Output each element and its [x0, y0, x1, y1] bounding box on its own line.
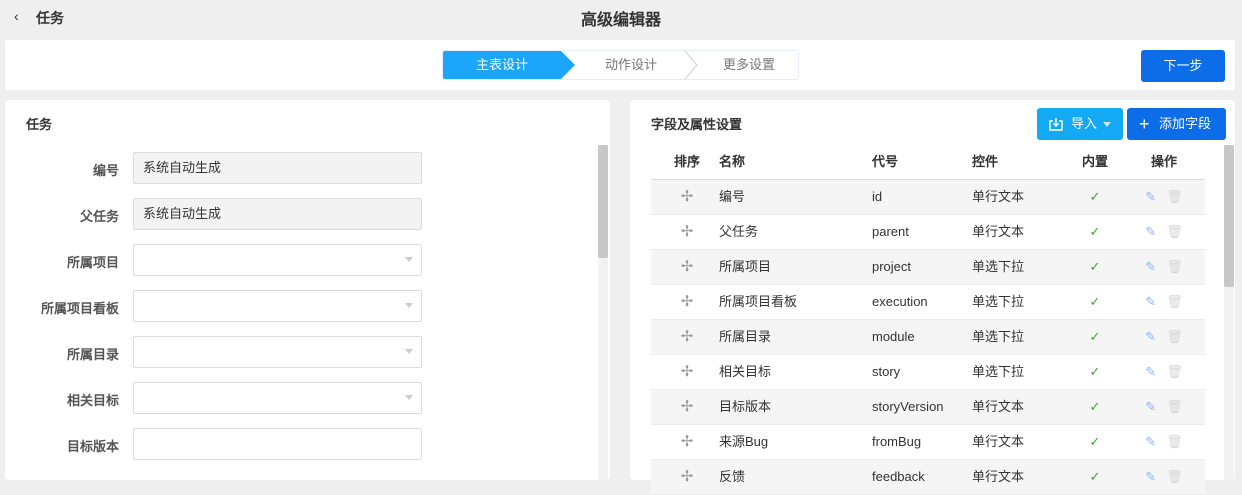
edit-icon[interactable]: ✎	[1145, 259, 1156, 274]
field-input[interactable]	[133, 290, 422, 322]
table-row[interactable]: ✢ 相关目标 story 单选下拉 ✓ ✎ 🗑	[651, 355, 1205, 390]
step-arrow	[561, 51, 575, 79]
field-input[interactable]: 系统自动生成	[133, 198, 422, 230]
chevron-down-icon	[405, 349, 413, 354]
table-header: 排序 名称 代号 控件 内置 操作	[651, 145, 1205, 180]
drag-handle-icon[interactable]: ✢	[671, 355, 703, 389]
drag-handle-icon[interactable]: ✢	[671, 425, 703, 459]
scrollbar[interactable]	[598, 145, 608, 480]
table-row[interactable]: ✢ 编号 id 单行文本 ✓ ✎ 🗑	[651, 180, 1205, 215]
check-icon: ✓	[1089, 364, 1101, 379]
scrollbar[interactable]	[1224, 145, 1234, 480]
add-field-button[interactable]: + 添加字段	[1127, 108, 1226, 140]
drag-handle-icon[interactable]: ✢	[671, 460, 703, 494]
field-label: 所属项目	[66, 255, 119, 270]
edit-icon[interactable]: ✎	[1145, 399, 1156, 414]
table-row[interactable]: ✢ 反馈 feedback 单行文本 ✓ ✎ 🗑	[651, 460, 1205, 495]
table-row[interactable]: ✢ 来源Bug fromBug 单行文本 ✓ ✎ 🗑	[651, 425, 1205, 460]
scrollbar-thumb[interactable]	[598, 145, 608, 258]
field-settings-panel: 字段及属性设置 导入 + 添加字段 排序 名称 代号 控件 内置 操作 ✢ 编号…	[630, 100, 1235, 495]
table-row[interactable]: ✢ 所属项目看板 execution 单选下拉 ✓ ✎ 🗑	[651, 285, 1205, 320]
fields-table: 排序 名称 代号 控件 内置 操作 ✢ 编号 id 单行文本 ✓ ✎ 🗑 ✢ 父任务…	[651, 145, 1205, 495]
trash-icon[interactable]: 🗑	[1166, 434, 1183, 449]
trash-icon[interactable]: 🗑	[1166, 329, 1183, 344]
import-button[interactable]: 导入	[1037, 108, 1123, 140]
check-icon: ✓	[1089, 224, 1101, 239]
plus-icon: +	[1139, 114, 1150, 134]
check-icon: ✓	[1089, 469, 1101, 484]
drag-handle-icon[interactable]: ✢	[671, 180, 703, 214]
check-icon: ✓	[1089, 259, 1101, 274]
field-input[interactable]	[133, 382, 422, 414]
top-bar: ‹ 任务 高级编辑器	[0, 0, 1242, 34]
trash-icon[interactable]: 🗑	[1166, 399, 1183, 414]
field-label: 父任务	[79, 209, 119, 224]
form-row: 所属项目看板	[5, 290, 595, 322]
chevron-down-icon	[405, 257, 413, 262]
trash-icon[interactable]: 🗑	[1166, 294, 1183, 309]
check-icon: ✓	[1089, 399, 1101, 414]
edit-icon[interactable]: ✎	[1145, 364, 1156, 379]
edit-icon[interactable]: ✎	[1145, 434, 1156, 449]
step-main-design[interactable]: 主表设计	[443, 51, 561, 79]
form-row: 所属项目	[5, 244, 595, 276]
edit-icon[interactable]: ✎	[1145, 329, 1156, 344]
form-row: 编号 系统自动生成	[5, 152, 595, 184]
check-icon: ✓	[1089, 329, 1101, 344]
trash-icon[interactable]: 🗑	[1166, 364, 1183, 379]
form-row: 所属目录	[5, 336, 595, 368]
edit-icon[interactable]: ✎	[1145, 469, 1156, 484]
check-icon: ✓	[1089, 294, 1101, 309]
field-label: 编号	[92, 163, 119, 178]
trash-icon[interactable]: 🗑	[1166, 224, 1183, 239]
drag-handle-icon[interactable]: ✢	[671, 320, 703, 354]
next-button[interactable]: 下一步	[1141, 50, 1225, 82]
table-row[interactable]: ✢ 父任务 parent 单行文本 ✓ ✎ 🗑	[651, 215, 1205, 250]
field-label: 所属目录	[66, 347, 119, 362]
field-input[interactable]: 系统自动生成	[133, 152, 422, 184]
drag-handle-icon[interactable]: ✢	[671, 250, 703, 284]
step-separator-icon	[684, 51, 698, 79]
field-input[interactable]	[133, 244, 422, 276]
scrollbar-thumb[interactable]	[1224, 145, 1234, 287]
step-nav: 主表设计 动作设计 更多设置	[442, 50, 799, 80]
edit-icon[interactable]: ✎	[1145, 224, 1156, 239]
trash-icon[interactable]: 🗑	[1166, 469, 1183, 484]
drag-handle-icon[interactable]: ✢	[671, 390, 703, 424]
field-input[interactable]	[133, 428, 422, 460]
table-row[interactable]: ✢ 所属项目 project 单选下拉 ✓ ✎ 🗑	[651, 250, 1205, 285]
table-row[interactable]: ✢ 目标版本 storyVersion 单行文本 ✓ ✎ 🗑	[651, 390, 1205, 425]
step-card: 主表设计 动作设计 更多设置 下一步	[5, 40, 1235, 90]
field-label: 目标版本	[66, 439, 119, 454]
check-icon: ✓	[1089, 434, 1101, 449]
trash-icon[interactable]: 🗑	[1166, 189, 1183, 204]
field-input[interactable]	[133, 336, 422, 368]
page-title: 高级编辑器	[580, 12, 661, 29]
form-row: 相关目标	[5, 382, 595, 414]
edit-icon[interactable]: ✎	[1145, 189, 1156, 204]
chevron-down-icon	[405, 303, 413, 308]
chevron-down-icon	[405, 395, 413, 400]
edit-icon[interactable]: ✎	[1145, 294, 1156, 309]
drag-handle-icon[interactable]: ✢	[671, 215, 703, 249]
check-icon: ✓	[1089, 189, 1101, 204]
panel-title: 字段及属性设置	[651, 117, 743, 132]
drag-handle-icon[interactable]: ✢	[671, 285, 703, 319]
table-row[interactable]: ✢ 所属目录 module 单选下拉 ✓ ✎ 🗑	[651, 320, 1205, 355]
import-icon	[1049, 118, 1063, 131]
step-action-design[interactable]: 动作设计	[575, 51, 687, 79]
chevron-down-icon	[1103, 122, 1111, 127]
form-preview-panel: 任务 编号 系统自动生成 父任务 系统自动生成 所属项目 所属项目看板 所属目录 相…	[5, 100, 610, 480]
form-row: 目标版本	[5, 428, 595, 460]
step-more-settings[interactable]: 更多设置	[699, 51, 799, 79]
panel-title: 任务	[26, 117, 53, 132]
field-label: 所属项目看板	[40, 301, 119, 316]
form-row: 父任务 系统自动生成	[5, 198, 595, 230]
field-label: 相关目标	[66, 393, 119, 408]
trash-icon[interactable]: 🗑	[1166, 259, 1183, 274]
